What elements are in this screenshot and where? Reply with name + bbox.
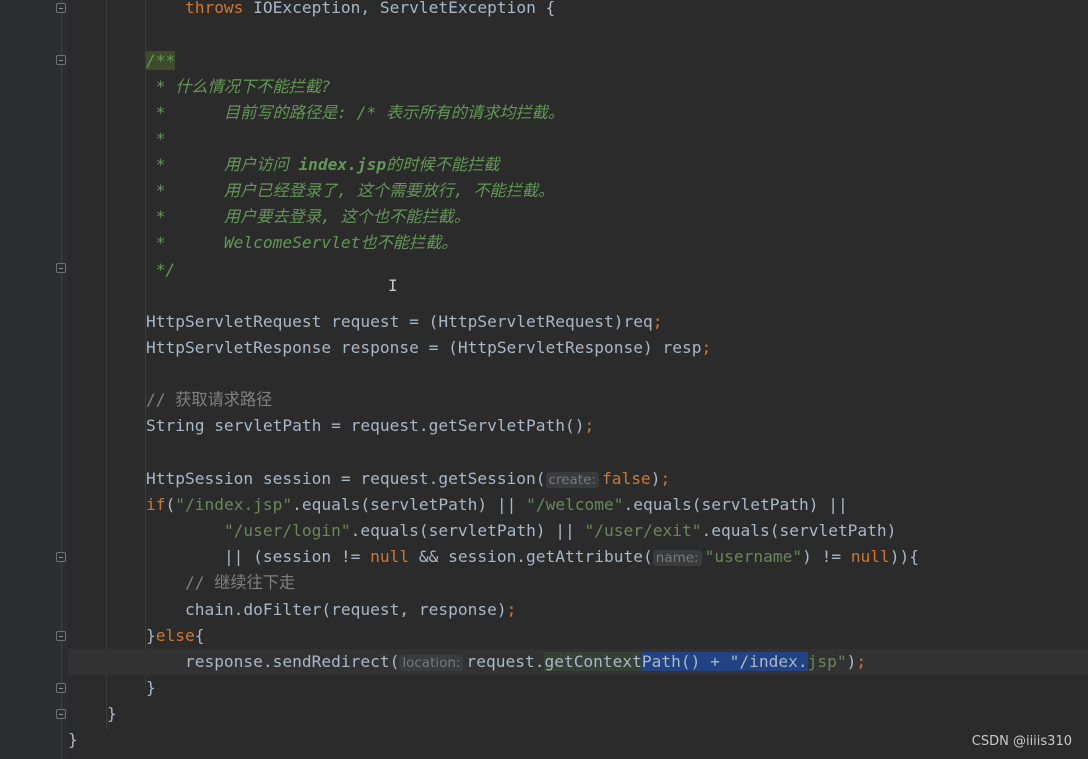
code-line: throws IOException, ServletException { [184,0,556,17]
fold-marker-icon[interactable] [56,263,66,273]
code-line: * 目前写的路径是: /* 表示所有的请求均拦截。 [145,103,565,122]
mouse-text-cursor-icon: I [388,276,398,295]
fold-marker-icon[interactable] [56,55,66,65]
code-line: // 获取请求路径 [145,390,273,409]
current-code-line: response.sendRedirect(location: request.g… [68,649,1088,675]
code-line: }else{ [145,626,205,645]
code-line: * 用户已经登录了, 这个需要放行, 不能拦截。 [145,181,555,200]
code-line: "/user/login".equals(servletPath) || "/u… [223,521,897,540]
code-line: */ [145,260,176,279]
code-line: } [68,730,78,749]
parameter-hint: create: [545,472,599,488]
fold-marker-icon[interactable] [56,631,66,641]
code-line: || (session != null && session.getAttrib… [223,547,920,566]
code-line: HttpServletResponse response = (HttpServ… [145,338,712,357]
code-line: * 用户要去登录, 这个也不能拦截。 [145,207,471,226]
code-editor[interactable]: throws IOException, ServletException { /… [68,0,1088,759]
parameter-hint: name: [652,550,702,566]
code-line: } [145,678,156,697]
code-line: String servletPath = request.getServletP… [145,416,595,435]
fold-marker-icon[interactable] [56,552,66,562]
code-line: * WelcomeServlet也不能拦截。 [145,233,458,252]
code-line: chain.doFilter(request, response); [184,600,517,619]
code-line: } [106,704,117,723]
code-line: HttpServletRequest request = (HttpServle… [145,312,663,331]
code-line: /** [145,51,176,70]
parameter-hint: location: [399,655,464,671]
code-line: // 继续往下走 [184,573,296,592]
watermark: CSDN @iiiis310 [971,734,1072,749]
code-line: * [145,129,166,148]
code-line: * 什么情况下不能拦截? [145,77,331,96]
fold-marker-icon[interactable] [56,3,66,13]
line-gutter [0,0,68,759]
code-line: * 用户访问 index.jsp的时候不能拦截 [145,155,500,174]
code-line: HttpSession session = request.getSession… [145,469,671,488]
text-selection[interactable]: Path() + "/index. [641,652,808,671]
fold-marker-icon[interactable] [56,683,66,693]
fold-marker-icon[interactable] [56,709,66,719]
code-line: if("/index.jsp".equals(servletPath) || "… [145,495,848,514]
gutter-separator [61,0,62,759]
